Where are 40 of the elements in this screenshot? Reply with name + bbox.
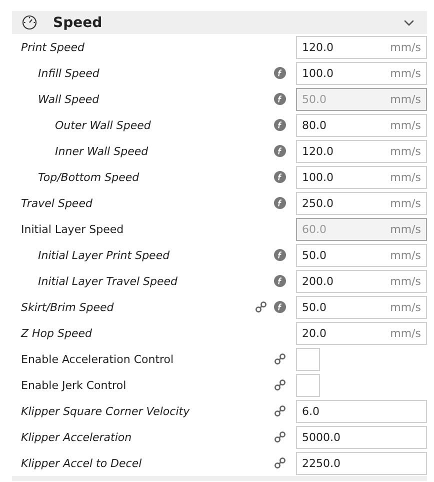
setting-label: Initial Layer Speed	[21, 222, 125, 236]
setting-label: Klipper Accel to Decel	[21, 456, 143, 470]
link-icon[interactable]	[255, 301, 267, 313]
number-field[interactable]: 20.0 mm/s	[296, 322, 427, 344]
setting-label: Print Speed	[21, 40, 86, 54]
number-field[interactable]: 120.0 mm/s	[296, 36, 427, 58]
setting-label: Enable Jerk Control	[21, 378, 128, 392]
link-icon[interactable]	[274, 353, 286, 365]
formula-icon[interactable]	[274, 171, 286, 183]
setting-label: Skirt/Brim Speed	[21, 300, 115, 314]
setting-label: Infill Speed	[38, 66, 100, 80]
formula-icon[interactable]	[274, 301, 286, 313]
checkbox[interactable]	[296, 374, 320, 396]
formula-icon[interactable]	[274, 197, 286, 209]
number-field[interactable]: 2250.0	[296, 452, 427, 474]
number-field[interactable]: 100.0 mm/s	[296, 62, 427, 84]
setting-label: Top/Bottom Speed	[38, 170, 140, 184]
setting-label: Travel Speed	[21, 196, 94, 210]
formula-icon[interactable]	[274, 67, 286, 79]
number-field[interactable]: 100.0 mm/s	[296, 166, 427, 188]
number-field[interactable]: 6.0	[296, 400, 427, 422]
link-icon[interactable]	[274, 379, 286, 391]
setting-label: Enable Acceleration Control	[21, 352, 175, 366]
setting-label: Klipper Square Corner Velocity	[21, 404, 191, 418]
link-icon[interactable]	[274, 405, 286, 417]
setting-label: Outer Wall Speed	[55, 118, 152, 132]
setting-label: Klipper Acceleration	[21, 430, 133, 444]
setting-label: Inner Wall Speed	[55, 144, 150, 158]
link-icon[interactable]	[274, 431, 286, 443]
checkbox[interactable]	[296, 348, 320, 370]
setting-label: Z Hop Speed	[21, 326, 93, 340]
number-field[interactable]: 5000.0	[296, 426, 427, 448]
setting-label: Initial Layer Print Speed	[38, 248, 171, 262]
gauge-icon	[22, 15, 37, 30]
section-header[interactable]: Speed	[12, 11, 427, 34]
setting-label: Initial Layer Travel Speed	[38, 274, 179, 288]
number-field[interactable]: 250.0 mm/s	[296, 192, 427, 214]
number-field[interactable]: 50.0 mm/s	[296, 296, 427, 318]
setting-label: Wall Speed	[38, 92, 100, 106]
link-icon[interactable]	[274, 457, 286, 469]
